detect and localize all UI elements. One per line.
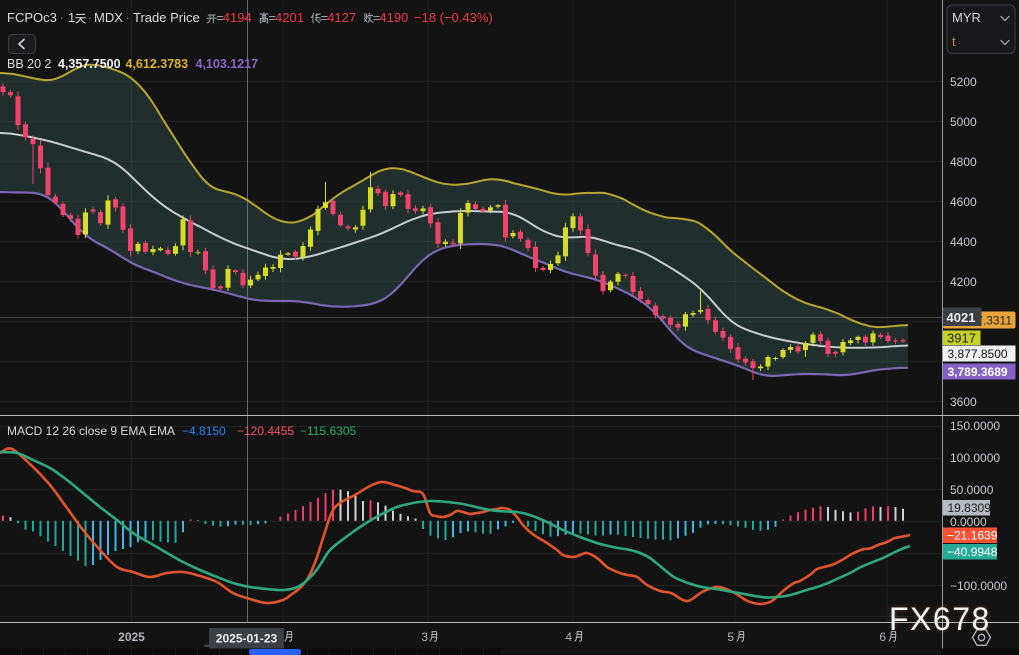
svg-text:·: · — [126, 10, 130, 25]
svg-text:4400: 4400 — [950, 235, 977, 249]
svg-text:4600: 4600 — [950, 195, 977, 209]
svg-text:4: 4 — [565, 630, 572, 644]
svg-text:BB 20 2: BB 20 2 — [7, 57, 52, 71]
svg-text:3917: 3917 — [947, 331, 976, 346]
svg-text:−120.4455: −120.4455 — [237, 424, 294, 438]
svg-text:4,612.3783: 4,612.3783 — [126, 57, 189, 71]
svg-text:4201: 4201 — [275, 10, 304, 25]
svg-text:MACD 12 26 close 9 EMA EMA: MACD 12 26 close 9 EMA EMA — [7, 424, 175, 438]
svg-text:0.0000: 0.0000 — [950, 515, 987, 529]
svg-text:1: 1 — [68, 10, 75, 25]
svg-text:−40.9948: −40.9948 — [947, 545, 998, 559]
svg-text:FX678: FX678 — [889, 601, 991, 637]
svg-text:3600: 3600 — [950, 395, 977, 409]
svg-text:4021: 4021 — [947, 310, 976, 325]
svg-text:4190: 4190 — [379, 10, 408, 25]
svg-text:·: · — [88, 10, 92, 25]
svg-text:6: 6 — [879, 630, 886, 644]
svg-text:−100.0000: −100.0000 — [950, 579, 1007, 593]
svg-text:4800: 4800 — [950, 155, 977, 169]
svg-text:−115.6305: −115.6305 — [300, 424, 356, 438]
svg-text:4127: 4127 — [327, 10, 356, 25]
svg-text:5000: 5000 — [950, 115, 977, 129]
svg-text:MDX: MDX — [94, 10, 123, 25]
svg-text:MYR: MYR — [952, 10, 981, 25]
svg-text:4194: 4194 — [223, 10, 252, 25]
svg-text:−4.8150: −4.8150 — [182, 424, 226, 438]
svg-text:−21.1639: −21.1639 — [947, 529, 998, 543]
svg-text:3: 3 — [421, 630, 428, 644]
svg-text:Trade Price: Trade Price — [133, 10, 200, 25]
svg-text:3,789.3689: 3,789.3689 — [948, 365, 1008, 379]
svg-text:100.0000: 100.0000 — [950, 451, 1000, 465]
svg-text:5: 5 — [727, 630, 734, 644]
svg-text:150.0000: 150.0000 — [950, 419, 1000, 433]
svg-text:4200: 4200 — [950, 275, 977, 289]
svg-text:5200: 5200 — [950, 75, 977, 89]
svg-text:·: · — [60, 10, 64, 25]
svg-text:2025: 2025 — [118, 630, 145, 644]
svg-text:19.8309: 19.8309 — [948, 501, 992, 515]
svg-text:4,103.1217: 4,103.1217 — [196, 57, 259, 71]
svg-text:50.0000: 50.0000 — [950, 483, 994, 497]
svg-text:2025-01-23: 2025-01-23 — [216, 632, 278, 646]
svg-text:FCPOc3: FCPOc3 — [7, 10, 57, 25]
svg-text:4,357.7500: 4,357.7500 — [58, 57, 121, 71]
svg-text:t: t — [952, 34, 956, 49]
svg-text:3,877.8500: 3,877.8500 — [948, 347, 1008, 361]
svg-text:−18 (−0.43%): −18 (−0.43%) — [414, 10, 493, 25]
